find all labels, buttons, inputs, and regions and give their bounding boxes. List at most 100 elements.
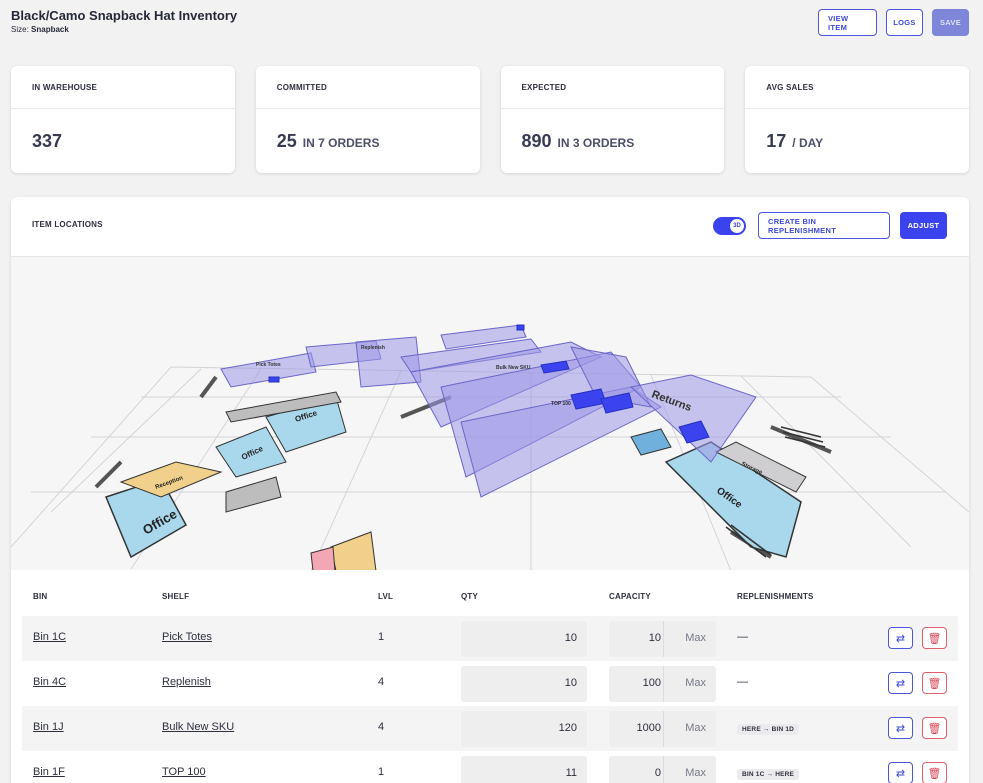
column-header-bin: BIN (33, 592, 48, 601)
transfer-button[interactable]: ⇄ (888, 762, 913, 783)
stat-value: 25 (276, 131, 297, 151)
capacity-max-label: Max (685, 722, 706, 734)
stat-suffix: / DAY (792, 136, 824, 150)
stat-card-warehouse: IN WAREHOUSE 337 (11, 66, 235, 173)
qty-input[interactable]: 10 (461, 621, 587, 657)
trash-icon: 🗑 (927, 767, 942, 780)
stat-value: 337 (32, 131, 63, 151)
column-header-lvl: LVL (378, 592, 394, 601)
column-header-shelf: SHELF (162, 592, 190, 601)
stat-card-expected: EXPECTED 890 IN 3 ORDERS (500, 66, 725, 173)
capacity-divider (663, 711, 664, 747)
trash-icon: 🗑 (927, 677, 942, 690)
shelf-link[interactable]: Replenish (162, 676, 211, 688)
bin-link[interactable]: Bin 1C (33, 631, 66, 643)
capacity-input[interactable]: 1000 Max (609, 711, 716, 747)
capacity-divider (663, 666, 664, 702)
table-row: Bin 1J Bulk New SKU 4 120 1000 Max HERE … (22, 706, 958, 751)
item-locations-panel: ITEM LOCATIONS 3D CREATE BIN REPLENISHME… (11, 197, 969, 783)
bin-link[interactable]: Bin 1J (33, 721, 64, 733)
map-label-top100: TOP 100 (551, 401, 571, 407)
capacity-value: 1000 (636, 722, 661, 734)
capacity-value: 0 (654, 767, 661, 779)
capacity-max-label: Max (685, 767, 706, 779)
qty-input[interactable]: 10 (461, 666, 587, 702)
transfer-icon: ⇄ (895, 722, 906, 735)
capacity-divider (663, 621, 664, 657)
table-header: BIN SHELF LVL QTY CAPACITY REPLENISHMENT… (22, 570, 958, 616)
adjust-button[interactable]: ADJUST (900, 212, 947, 239)
small-office-shape (630, 428, 672, 456)
capacity-max-label: Max (685, 677, 706, 689)
lvl-value: 1 (378, 766, 385, 778)
shelf-link[interactable]: Bulk New SKU (162, 721, 234, 733)
capacity-input[interactable]: 10 Max (609, 621, 716, 657)
transfer-button[interactable]: ⇄ (888, 717, 913, 739)
capacity-value: 100 (642, 677, 661, 689)
shelf-link[interactable]: TOP 100 (162, 766, 206, 778)
transfer-button[interactable]: ⇄ (888, 627, 913, 649)
size-key: Size: (11, 25, 29, 34)
panel-header: ITEM LOCATIONS 3D CREATE BIN REPLENISHME… (11, 197, 969, 256)
stat-label: EXPECTED (500, 66, 725, 109)
stat-label: COMMITTED (255, 66, 480, 109)
logs-button[interactable]: LOGS (886, 9, 923, 36)
stat-suffix: IN 7 ORDERS (302, 136, 380, 150)
transfer-button[interactable]: ⇄ (888, 672, 913, 694)
header-actions: VIEW ITEM LOGS SAVE (818, 9, 969, 36)
transfer-icon: ⇄ (895, 767, 906, 780)
toggle-knob: 3D (730, 218, 744, 233)
delete-button[interactable]: 🗑 (922, 627, 947, 649)
table-row: Bin 4C Replenish 4 10 100 Max — ⇄ 🗑 (22, 661, 958, 706)
lvl-value: 4 (378, 721, 385, 733)
qty-input[interactable]: 120 (461, 711, 587, 747)
map-label-pick-totes: Pick Totes (256, 362, 281, 368)
trash-icon: 🗑 (927, 632, 942, 645)
panel-actions: 3D CREATE BIN REPLENISHMENT ADJUST (713, 212, 947, 239)
qty-input[interactable]: 11 (461, 756, 587, 783)
capacity-input[interactable]: 0 Max (609, 756, 716, 783)
column-header-capacity: CAPACITY (609, 592, 651, 601)
stat-card-committed: COMMITTED 25 IN 7 ORDERS (255, 66, 480, 173)
view-item-button[interactable]: VIEW ITEM (818, 9, 877, 36)
shelf-link[interactable]: Pick Totes (162, 631, 212, 643)
replenishment-badge[interactable]: BIN 1C → HERE (737, 769, 800, 780)
capacity-value: 10 (648, 632, 661, 644)
3d-toggle[interactable]: 3D (713, 216, 746, 235)
replenishment-value: — (737, 631, 748, 643)
create-bin-replenishment-button[interactable]: CREATE BIN REPLENISHMENT (758, 212, 890, 239)
warehouse-3d-map[interactable]: Office Reception Office Office Office St… (11, 256, 969, 570)
warehouse-map-svg[interactable]: Office Reception Office Office Office St… (11, 257, 969, 570)
stat-value: 17 (766, 131, 787, 151)
size-value: Snapback (31, 25, 69, 34)
capacity-max-label: Max (685, 632, 706, 644)
trash-icon: 🗑 (927, 722, 942, 735)
table-row: Bin 1C Pick Totes 1 10 10 Max — ⇄ 🗑 (22, 616, 958, 661)
table-row: Bin 1F TOP 100 1 11 0 Max BIN 1C → HERE … (22, 751, 958, 783)
bin-table: BIN SHELF LVL QTY CAPACITY REPLENISHMENT… (22, 570, 958, 783)
column-header-qty: QTY (461, 592, 479, 601)
lvl-value: 4 (378, 676, 385, 688)
page-header: Black/Camo Snapback Hat Inventory Size: … (11, 8, 969, 48)
bin-link[interactable]: Bin 1F (33, 766, 65, 778)
stats-row: IN WAREHOUSE 337 COMMITTED 25 IN 7 ORDERS… (11, 66, 969, 173)
delete-button[interactable]: 🗑 (922, 672, 947, 694)
stat-label: IN WAREHOUSE (11, 66, 235, 109)
panel-title: ITEM LOCATIONS (32, 220, 103, 229)
stat-suffix: IN 3 ORDERS (557, 136, 635, 150)
capacity-input[interactable]: 100 Max (609, 666, 716, 702)
column-header-replenishments: REPLENISHMENTS (737, 592, 814, 601)
transfer-icon: ⇄ (895, 632, 906, 645)
bin-link[interactable]: Bin 4C (33, 676, 66, 688)
save-button[interactable]: SAVE (932, 9, 969, 36)
replenishment-badge[interactable]: HERE → BIN 1D (737, 724, 800, 735)
stat-label: AVG SALES (745, 66, 969, 109)
capacity-divider (663, 756, 664, 783)
pink-room-shape (310, 546, 336, 570)
lvl-value: 1 (378, 631, 385, 643)
storage-left2-shape (225, 476, 282, 513)
transfer-icon: ⇄ (895, 677, 906, 690)
replenishment-value: — (737, 676, 748, 688)
delete-button[interactable]: 🗑 (922, 717, 947, 739)
delete-button[interactable]: 🗑 (922, 762, 947, 783)
